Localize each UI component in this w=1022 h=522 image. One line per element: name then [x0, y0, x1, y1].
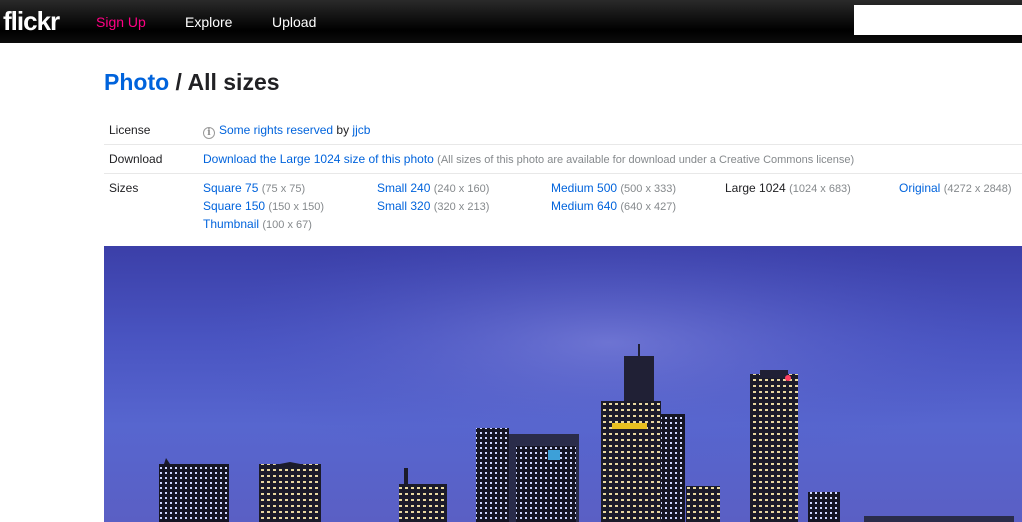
nav-upload[interactable]: Upload [272, 14, 316, 30]
size-dims: (640 x 427) [620, 201, 677, 213]
size-option: Medium 500 (500 x 333) [551, 181, 676, 199]
sizes-row: Sizes Square 75 (75 x 75) Square 150 (15… [104, 174, 1022, 236]
top-navigation-bar: flickr Sign Up Explore Upload [0, 0, 1022, 43]
size-dims: (320 x 213) [433, 201, 490, 213]
page-heading: Photo / All sizes [104, 69, 280, 95]
info-icon: i [203, 127, 215, 139]
download-note: (All sizes of this photo are available f… [437, 154, 855, 166]
size-option: Square 150 (150 x 150) [203, 199, 324, 217]
sizes-column: Square 75 (75 x 75) Square 150 (150 x 15… [203, 181, 324, 235]
photo-info-table: License i Some rights reserved by jjcb Do… [104, 116, 1022, 236]
download-row: Download Download the Large 1024 size of… [104, 145, 1022, 174]
license-value: i Some rights reserved by jjcb [203, 123, 370, 139]
size-option: Small 240 (240 x 160) [377, 181, 489, 199]
page-title: All sizes [187, 69, 280, 95]
size-option: Square 75 (75 x 75) [203, 181, 324, 199]
sizes-column: Large 1024 (1024 x 683) [725, 181, 851, 199]
download-label: Download [109, 152, 163, 166]
nav-sign-up[interactable]: Sign Up [96, 14, 146, 30]
sizes-column: Medium 500 (500 x 333) Medium 640 (640 x… [551, 181, 676, 217]
breadcrumb-photo-link[interactable]: Photo [104, 69, 169, 95]
size-link-square-150[interactable]: Square 150 [203, 199, 265, 213]
nav-explore[interactable]: Explore [185, 14, 232, 30]
download-value: Download the Large 1024 size of this pho… [203, 152, 854, 166]
size-link-medium-640[interactable]: Medium 640 [551, 199, 617, 213]
sizes-label: Sizes [109, 181, 139, 195]
size-dims: (240 x 160) [433, 183, 490, 195]
breadcrumb-separator: / [175, 69, 182, 95]
size-link-original[interactable]: Original [899, 181, 940, 195]
size-option: Thumbnail (100 x 67) [203, 217, 324, 235]
size-link-thumbnail[interactable]: Thumbnail [203, 217, 259, 231]
size-current-large-1024: Large 1024 [725, 181, 786, 195]
large-photo[interactable] [104, 246, 1022, 522]
size-dims: (75 x 75) [261, 183, 306, 195]
license-by-text: by [336, 123, 350, 137]
download-link[interactable]: Download the Large 1024 size of this pho… [203, 152, 434, 166]
size-option-current: Large 1024 (1024 x 683) [725, 181, 851, 199]
license-link[interactable]: Some rights reserved [219, 123, 333, 137]
size-dims: (100 x 67) [262, 219, 312, 231]
size-link-small-240[interactable]: Small 240 [377, 181, 430, 195]
size-dims: (4272 x 2848) [943, 183, 1012, 195]
size-dims: (150 x 150) [268, 201, 325, 213]
size-option: Medium 640 (640 x 427) [551, 199, 676, 217]
size-option: Small 320 (320 x 213) [377, 199, 489, 217]
author-link[interactable]: jjcb [352, 123, 370, 137]
size-link-medium-500[interactable]: Medium 500 [551, 181, 617, 195]
license-row: License i Some rights reserved by jjcb [104, 116, 1022, 145]
size-link-square-75[interactable]: Square 75 [203, 181, 258, 195]
license-label: License [109, 123, 151, 137]
size-link-small-320[interactable]: Small 320 [377, 199, 430, 213]
city-skyline-image [104, 246, 1022, 522]
sizes-column: Original (4272 x 2848) [899, 181, 1012, 199]
flickr-logo[interactable]: flickr [3, 6, 60, 36]
size-dims: (500 x 333) [620, 183, 677, 195]
size-option: Original (4272 x 2848) [899, 181, 1012, 199]
search-input[interactable] [854, 5, 1022, 35]
size-dims: (1024 x 683) [789, 183, 851, 195]
sizes-column: Small 240 (240 x 160) Small 320 (320 x 2… [377, 181, 489, 217]
